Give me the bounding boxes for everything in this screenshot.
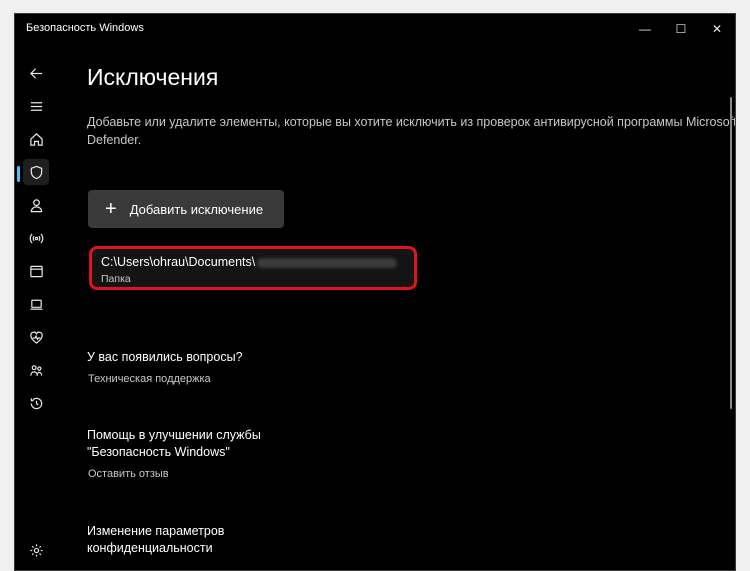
family-icon [29,364,42,376]
menu-icon [30,101,42,111]
add-exclusion-label: Добавить исключение [129,201,264,217]
exclusion-item[interactable]: C:\Users\ohrau\Documents\ Папка [89,246,417,290]
maximize-icon: ☐ [675,22,687,36]
device-security-icon [29,299,43,310]
feedback-link[interactable]: Оставить отзыв [88,468,169,480]
exclusion-path: C:\Users\ohrau\Documents\ [101,255,256,269]
device-health-icon [29,331,43,344]
maximize-button[interactable]: ☐ [663,14,699,44]
questions-heading: У вас появились вопросы? [87,350,243,364]
active-indicator [17,166,20,182]
nav-home[interactable] [23,126,49,152]
plus-icon: + [105,198,117,220]
minimize-button[interactable]: — [627,14,663,44]
exclusion-path-row: C:\Users\ohrau\Documents\ [101,255,398,269]
title-bar[interactable]: Безопасность Windows — ☐ ✕ [15,14,735,44]
home-icon [29,132,43,146]
shield-icon [30,165,42,179]
app-window: Безопасность Windows — ☐ ✕ Исключения До… [14,13,736,571]
privacy-settings-heading: Изменение параметров конфиденциальности [87,524,225,555]
nav-protection-history[interactable] [23,390,49,416]
back-icon [29,67,42,79]
improve-service-heading: Помощь в улучшении службы "Безопасность … [87,428,261,459]
app-browser-icon [29,265,43,277]
redacted-folder-name [257,257,398,268]
back-button[interactable] [23,60,49,86]
network-icon [29,233,43,243]
minimize-icon: — [639,22,651,36]
window-title: Безопасность Windows [26,22,144,34]
add-exclusion-button[interactable]: + Добавить исключение [88,190,284,228]
close-button[interactable]: ✕ [699,14,735,44]
main-content: Исключения Добавьте или удалите элементы… [87,44,735,570]
nav-app-browser-control[interactable] [23,258,49,284]
page-title: Исключения [87,64,219,90]
sidebar [15,44,59,570]
nav-family-options[interactable] [23,357,49,383]
nav-device-health[interactable] [23,324,49,350]
menu-button[interactable] [23,93,49,119]
close-icon: ✕ [711,22,723,36]
account-icon [30,198,42,212]
page-description: Добавьте или удалите элементы, которые в… [87,115,736,147]
nav-firewall[interactable] [23,225,49,251]
settings-icon [29,543,43,557]
exclusion-type: Папка [101,273,131,285]
nav-account-protection[interactable] [23,192,49,218]
scrollbar[interactable] [730,97,732,409]
nav-device-security[interactable] [23,291,49,317]
nav-settings[interactable] [23,537,49,563]
nav-virus-protection[interactable] [23,159,49,185]
history-icon [30,397,42,409]
tech-support-link[interactable]: Техническая поддержка [88,373,211,385]
